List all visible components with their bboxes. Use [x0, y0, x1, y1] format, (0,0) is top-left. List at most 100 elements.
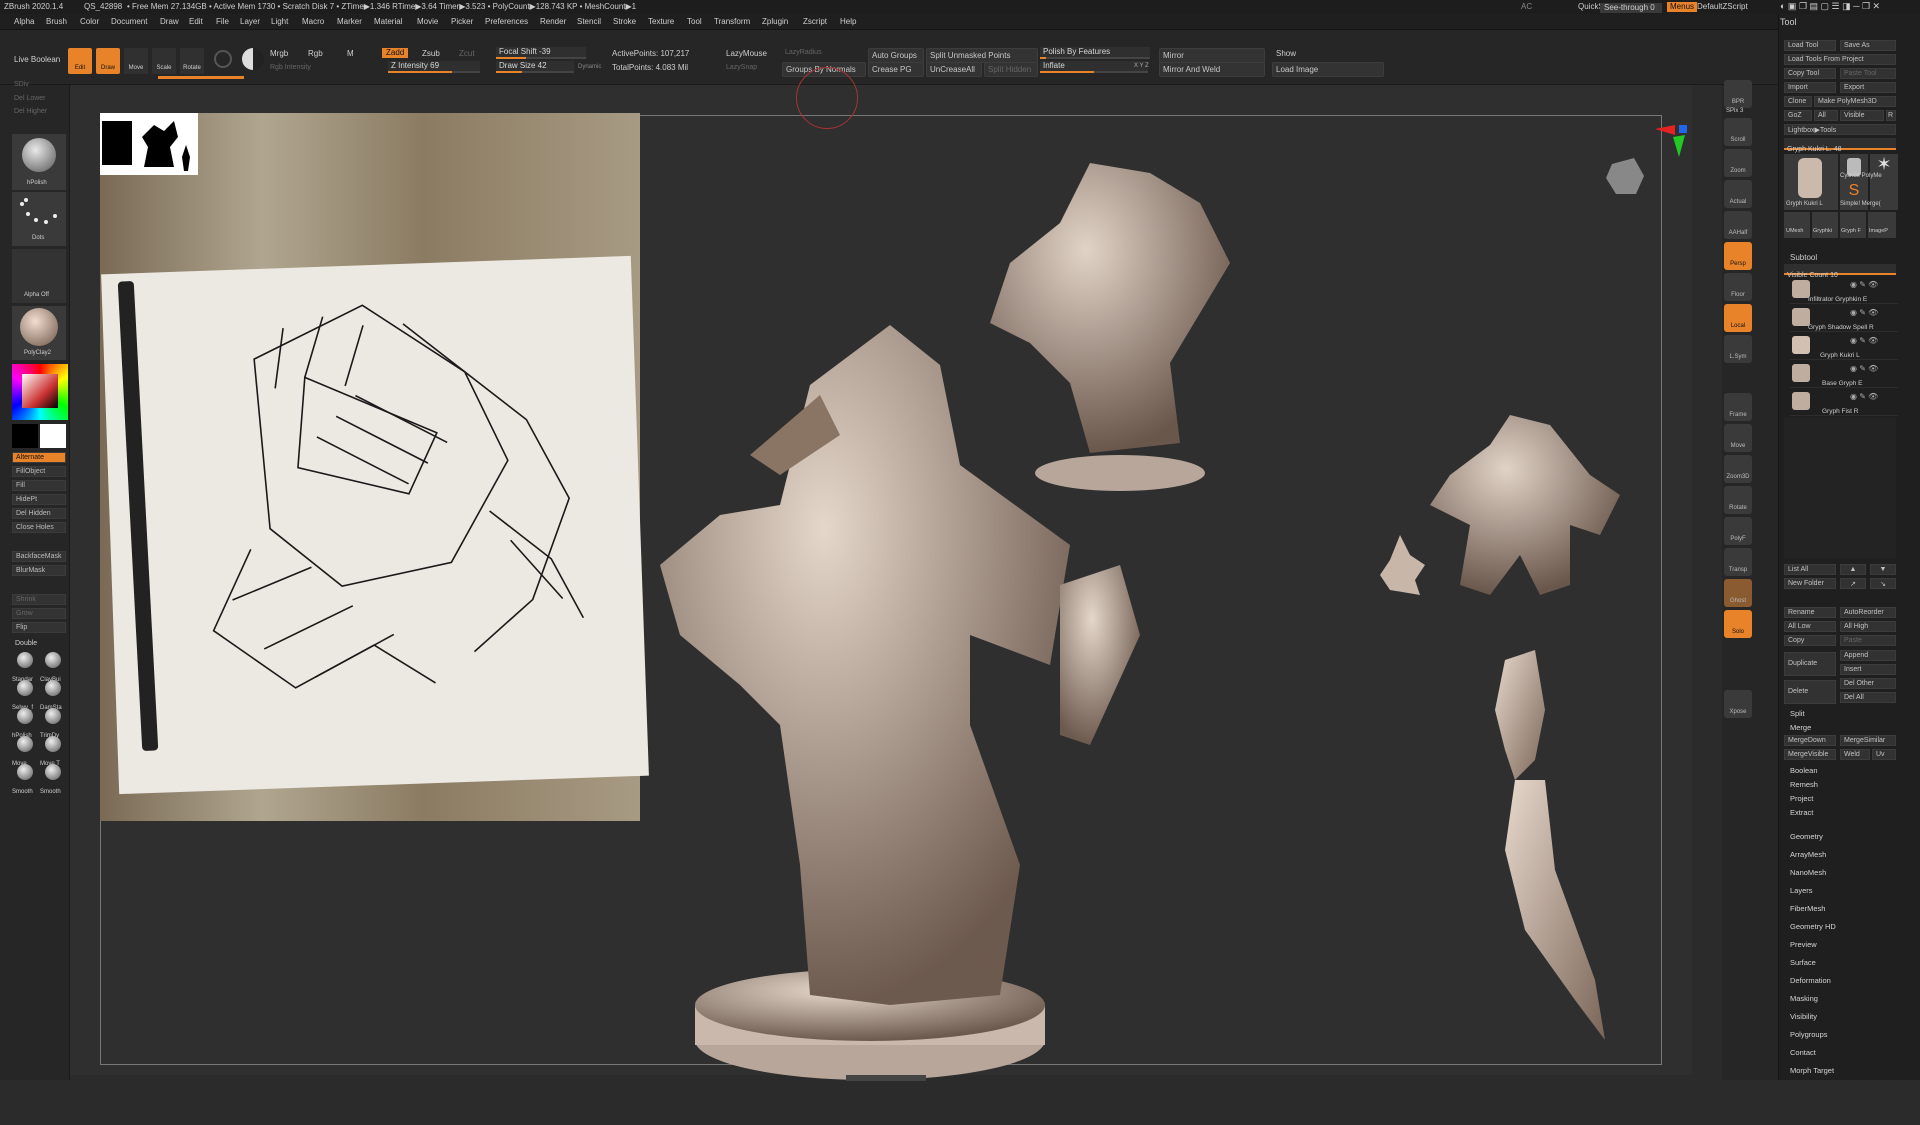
show-button[interactable]: Show [1276, 50, 1296, 58]
alternate-button[interactable]: Alternate [12, 452, 66, 463]
close-holes-button[interactable]: Close Holes [12, 522, 66, 533]
autoreorder-button[interactable]: AutoReorder [1840, 607, 1896, 618]
project-section[interactable]: Project [1790, 794, 1813, 803]
menu-tool[interactable]: Tool [687, 17, 702, 26]
menu-zplugin[interactable]: Zplugin [762, 17, 788, 26]
zoom-button[interactable]: Zoom [1724, 149, 1752, 177]
all-high-button[interactable]: All High [1840, 621, 1896, 632]
subtool-visibility-eye-icon[interactable]: ◉ ✎ 👁 [1850, 365, 1878, 373]
brush-slot-damstandard[interactable]: DamSta [40, 680, 66, 711]
fillobject-button[interactable]: FillObject [12, 466, 66, 477]
duplicate-button[interactable]: Duplicate [1784, 652, 1836, 676]
visibility-section[interactable]: Visibility [1790, 1012, 1817, 1021]
brush-slot-smooth-2[interactable]: Smooth [40, 764, 66, 795]
menu-zscript[interactable]: Zscript [803, 17, 827, 26]
m-button[interactable]: M [347, 50, 354, 58]
import-button[interactable]: Import [1784, 82, 1836, 93]
merge-section[interactable]: Merge [1790, 723, 1811, 732]
split-section[interactable]: Split [1790, 709, 1805, 718]
subtool-item[interactable]: Gryph Shadow Spell R ◉ ✎ 👁 [1790, 306, 1898, 332]
brush-slot-claybuildup[interactable]: ClayBui [40, 652, 66, 683]
goz-visible-button[interactable]: Visible [1840, 110, 1884, 121]
save-as-button[interactable]: Save As [1840, 40, 1896, 51]
subtool-header[interactable]: Subtool [1790, 254, 1817, 262]
default-zscript-button[interactable]: DefaultZScript [1697, 3, 1748, 11]
brush-slot-move[interactable]: Move [12, 736, 38, 767]
zadd-button[interactable]: Zadd [382, 48, 409, 58]
paste-subtool-button[interactable]: Paste [1840, 635, 1896, 646]
del-other-button[interactable]: Del Other [1840, 678, 1896, 689]
xpose-button[interactable]: Xpose [1724, 690, 1752, 718]
weld-button[interactable]: Weld [1840, 749, 1870, 760]
menu-stencil[interactable]: Stencil [577, 17, 601, 26]
floor-button[interactable]: Floor [1724, 273, 1752, 301]
scroll-button[interactable]: Scroll [1724, 118, 1752, 146]
menu-picker[interactable]: Picker [451, 17, 473, 26]
hidept-button[interactable]: HidePt [12, 494, 66, 505]
rotate-view-button[interactable]: Rotate [1724, 486, 1752, 514]
sdiv-slider[interactable]: SDiv [14, 81, 29, 88]
material-picker[interactable]: PolyClay2 [12, 306, 66, 360]
split-hidden-button[interactable]: Split Hidden [984, 62, 1038, 77]
menu-brush[interactable]: Brush [46, 17, 67, 26]
ghost-button[interactable]: Ghost [1724, 579, 1752, 607]
geometry-section[interactable]: Geometry [1790, 832, 1823, 841]
del-higher-button[interactable]: Del Higher [14, 108, 47, 115]
current-tool-slider[interactable]: Gryph Kukri L. 48 [1784, 138, 1896, 153]
subtool-visibility-eye-icon[interactable]: ◉ ✎ 👁 [1850, 309, 1878, 317]
color-picker[interactable] [12, 364, 68, 420]
goz-r-button[interactable]: R [1886, 110, 1896, 121]
mergesimilar-button[interactable]: MergeSimilar [1840, 735, 1896, 746]
lightbox-tools-button[interactable]: Lightbox▶Tools [1784, 124, 1896, 135]
menu-file[interactable]: File [216, 17, 229, 26]
copy-tool-button[interactable]: Copy Tool [1784, 68, 1836, 79]
morph-target-section[interactable]: Morph Target [1790, 1066, 1834, 1075]
live-boolean-button[interactable]: Live Boolean [14, 56, 60, 64]
menu-texture[interactable]: Texture [648, 17, 674, 26]
all-low-button[interactable]: All Low [1784, 621, 1836, 632]
polyf-circle-icon[interactable] [214, 50, 232, 68]
subtool-item[interactable]: Base Gryph E ◉ ✎ 👁 [1790, 362, 1898, 388]
spix-slider[interactable]: SPix 3 [1726, 108, 1743, 114]
contact-section[interactable]: Contact [1790, 1048, 1816, 1057]
actual-button[interactable]: Actual [1724, 180, 1752, 208]
dynamic-button[interactable]: Dynamic [578, 64, 601, 70]
list-all-button[interactable]: List All [1784, 564, 1836, 575]
bottom-shelf-handle[interactable] [846, 1075, 926, 1081]
focal-shift-slider[interactable]: Focal Shift -39 [496, 47, 586, 59]
persp-button[interactable]: Persp [1724, 242, 1752, 270]
split-unmasked-button[interactable]: Split Unmasked Points [926, 48, 1038, 63]
draw-button[interactable]: Draw [96, 48, 120, 74]
zoom3d-button[interactable]: Zoom3D [1724, 455, 1752, 483]
rgb-button[interactable]: Rgb [308, 50, 323, 58]
mergedown-button[interactable]: MergeDown [1784, 735, 1836, 746]
menu-stroke[interactable]: Stroke [613, 17, 636, 26]
xyz-toggle[interactable]: X Y Z [1134, 63, 1149, 69]
menu-movie[interactable]: Movie [417, 17, 438, 26]
local-button[interactable]: Local [1724, 304, 1752, 332]
subtool-item-active[interactable]: Gryph Kukri L ◉ ✎ 👁 [1790, 334, 1898, 360]
fibermesh-section[interactable]: FiberMesh [1790, 904, 1825, 913]
rgb-intensity-slider[interactable]: Rgb Intensity [270, 64, 311, 71]
new-folder-button[interactable]: New Folder [1784, 578, 1836, 589]
canvas-viewport[interactable] [70, 67, 1692, 1081]
edit-button[interactable]: Edit [68, 48, 92, 74]
brush-slot-hpolish[interactable]: hPolish [12, 708, 38, 739]
crease-pg-button[interactable]: Crease PG [868, 62, 924, 77]
menu-material[interactable]: Material [374, 17, 402, 26]
surface-section[interactable]: Surface [1790, 958, 1816, 967]
load-image-button[interactable]: Load Image [1272, 62, 1384, 77]
subtool-item[interactable]: Infiltrator Gryphkin E ◉ ✎ 👁 [1790, 278, 1898, 304]
main-color-swatch[interactable] [40, 424, 66, 448]
load-tool-button[interactable]: Load Tool [1784, 40, 1836, 51]
tool-palette-title[interactable]: Tool [1780, 18, 1797, 27]
paste-tool-button[interactable]: Paste Tool [1840, 68, 1896, 79]
mirror-and-weld-button[interactable]: Mirror And Weld [1159, 62, 1265, 77]
brush-slot-standard[interactable]: Standar [12, 652, 38, 683]
uncrease-all-button[interactable]: UnCreaseAll [926, 62, 982, 77]
see-through-slider[interactable]: See-through 0 [1600, 3, 1662, 13]
material-sphere-icon[interactable] [242, 48, 264, 70]
grow-button[interactable]: Grow [12, 608, 66, 619]
visible-count-slider[interactable]: Visible Count 10 [1784, 264, 1896, 279]
menu-marker[interactable]: Marker [337, 17, 362, 26]
